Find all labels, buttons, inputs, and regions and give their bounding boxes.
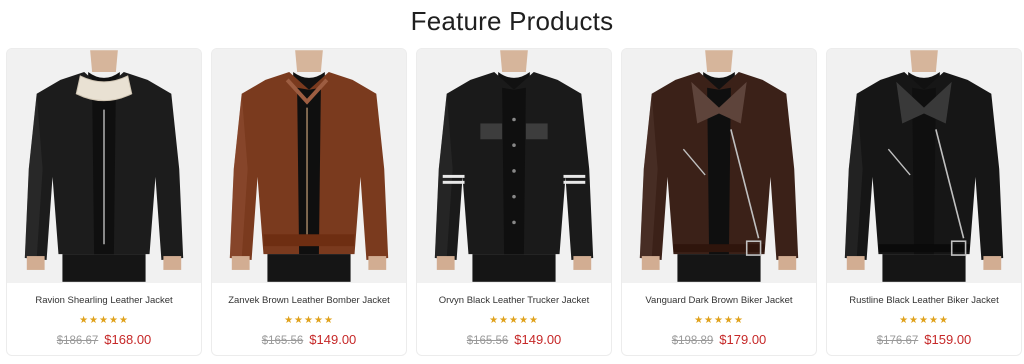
jacket-illustration [212,50,406,282]
product-card[interactable]: Rustline Black Leather Biker Jacket ★★★★… [826,48,1022,356]
original-price: $176.67 [876,335,919,347]
price-row: $165.56 $149.00 [212,332,406,347]
product-card[interactable]: Ravion Shearling Leather Jacket ★★★★★ $1… [6,48,202,356]
product-info: Ravion Shearling Leather Jacket ★★★★★ $1… [7,283,201,355]
product-card[interactable]: Vanguard Dark Brown Biker Jacket ★★★★★ $… [621,48,817,356]
section-title: Feature Products [410,6,614,36]
sale-price: $168.00 [104,332,152,347]
feature-products-section: Feature Products Ravion Shearling Leathe… [0,0,1024,364]
product-name[interactable]: Vanguard Dark Brown Biker Jacket [622,295,816,307]
jacket-illustration [622,50,816,282]
sale-price: $179.00 [719,332,767,347]
product-card[interactable]: Orvyn Black Leather Trucker Jacket ★★★★★… [416,48,612,356]
price-row: $176.67 $159.00 [827,332,1021,347]
product-name[interactable]: Orvyn Black Leather Trucker Jacket [417,295,611,307]
product-info: Orvyn Black Leather Trucker Jacket ★★★★★… [417,283,611,355]
original-price: $165.56 [261,335,304,347]
product-info: Vanguard Dark Brown Biker Jacket ★★★★★ $… [622,283,816,355]
price-row: $165.56 $149.00 [417,332,611,347]
sale-price: $149.00 [514,332,562,347]
product-grid: Ravion Shearling Leather Jacket ★★★★★ $1… [6,48,1022,356]
product-image[interactable] [827,49,1021,283]
jacket-illustration [827,50,1021,282]
original-price: $198.89 [671,335,714,347]
jacket-illustration [7,50,201,282]
star-rating: ★★★★★ [694,315,744,326]
star-rating: ★★★★★ [489,315,539,326]
price-row: $198.89 $179.00 [622,332,816,347]
product-name[interactable]: Rustline Black Leather Biker Jacket [827,295,1021,307]
star-rating: ★★★★★ [79,315,129,326]
original-price: $186.67 [56,335,99,347]
product-image[interactable] [622,49,816,283]
product-image[interactable] [7,49,201,283]
star-rating: ★★★★★ [899,315,949,326]
sale-price: $159.00 [924,332,972,347]
product-name[interactable]: Zanvek Brown Leather Bomber Jacket [212,295,406,307]
original-price: $165.56 [466,335,509,347]
sale-price: $149.00 [309,332,357,347]
product-card[interactable]: Zanvek Brown Leather Bomber Jacket ★★★★★… [211,48,407,356]
product-info: Rustline Black Leather Biker Jacket ★★★★… [827,283,1021,355]
product-image[interactable] [417,49,611,283]
star-rating: ★★★★★ [284,315,334,326]
product-info: Zanvek Brown Leather Bomber Jacket ★★★★★… [212,283,406,355]
price-row: $186.67 $168.00 [7,332,201,347]
jacket-illustration [417,50,611,282]
product-image[interactable] [212,49,406,283]
product-name[interactable]: Ravion Shearling Leather Jacket [7,295,201,307]
